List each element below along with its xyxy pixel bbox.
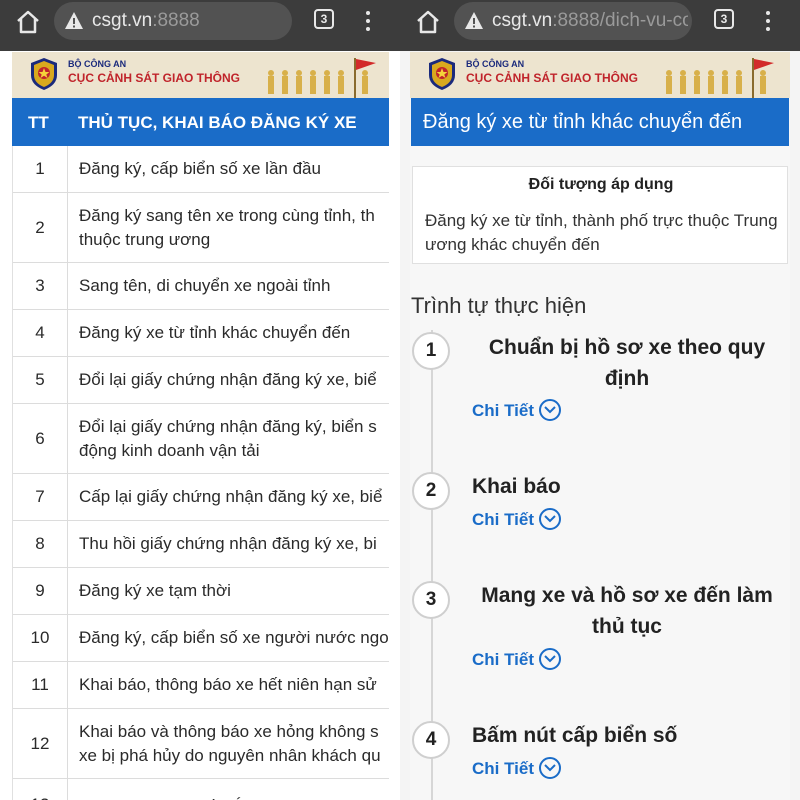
tab-switcher-icon[interactable]: 3 (314, 9, 334, 29)
row-number: 3 (13, 263, 68, 309)
warning-icon (65, 12, 83, 29)
procedure-link[interactable]: Đăng ký xe tạm thời (79, 568, 389, 614)
procedure-link[interactable]: Khai báo và thông báo xe hỏng không s xe… (79, 709, 389, 778)
procedure-link[interactable]: Đổi lại giấy chứng nhận đăng ký xe, biể (79, 357, 389, 403)
table-row[interactable]: 8 Thu hồi giấy chứng nhận đăng ký xe, bi (13, 521, 389, 568)
column-header-tt: TT (28, 113, 49, 132)
step-number-badge: 3 (412, 581, 450, 619)
step-detail-link[interactable]: Chi Tiết (472, 650, 534, 670)
table-row[interactable]: 6 Đổi lại giấy chứng nhận đăng ký, biển s… (13, 404, 389, 474)
table-row[interactable]: 3 Sang tên, di chuyển xe ngoài tỉnh (13, 263, 389, 310)
step-title: Khai báo (472, 475, 561, 498)
step-detail-link[interactable]: Chi Tiết (472, 759, 534, 779)
table-row[interactable]: 9 Đăng ký xe tạm thời (13, 568, 389, 615)
agency-name: CỤC CẢNH SÁT GIAO THÔNG (68, 71, 240, 85)
table-row[interactable]: 12 Khai báo và thông báo xe hỏng không s … (13, 709, 389, 779)
row-number: 5 (13, 357, 68, 403)
overflow-menu-icon[interactable] (760, 9, 776, 33)
step-number-badge: 4 (412, 721, 450, 759)
step-title: Chuẩn bị hồ sơ xe theo quy định (488, 336, 766, 390)
step-detail-link[interactable]: Chi Tiết (472, 401, 534, 421)
step-number-badge: 2 (412, 472, 450, 510)
procedures-table-header: TT THỦ TỤC, KHAI BÁO ĐĂNG KÝ XE (12, 98, 389, 146)
row-number: 6 (13, 404, 68, 473)
ministry-name: BỘ CÔNG AN (68, 59, 127, 69)
parade-graphic (666, 58, 774, 98)
address-bar[interactable]: csgt.vn:8888/dich-vu-co (454, 2, 692, 40)
row-number: 4 (13, 310, 68, 356)
table-row[interactable]: 1 Đăng ký, cấp biển số xe lần đầu (13, 146, 389, 193)
applicable-subjects-card: Đối tượng áp dụng Đăng ký xe từ tỉnh, th… (412, 166, 788, 264)
row-number: 10 (13, 615, 68, 661)
chevron-down-icon[interactable] (539, 648, 561, 670)
procedure-link[interactable]: Cấp lại giấy chứng nhận đăng ký xe, biể (79, 474, 389, 520)
browser-toolbar: csgt.vn:8888/dich-vu-co 3 (400, 0, 800, 51)
step-title: Bấm nút cấp biển số (472, 724, 678, 747)
procedure-link[interactable]: Đăng ký xe từ tỉnh khác chuyển đến (79, 310, 389, 356)
row-number: 12 (13, 709, 68, 778)
page-title: Đăng ký xe từ tỉnh khác chuyển đến (423, 111, 743, 133)
row-number: 11 (13, 662, 68, 708)
procedure-link[interactable]: Khai báo, thông báo xe hết niên hạn sử (79, 662, 389, 708)
overflow-menu-icon[interactable] (360, 9, 376, 33)
site-header[interactable]: BỘ CÔNG AN CỤC CẢNH SÁT GIAO THÔNG (12, 52, 389, 98)
site-header[interactable]: BỘ CÔNG AN CỤC CẢNH SÁT GIAO THÔNG (410, 52, 790, 98)
applicable-subjects-heading: Đối tượng áp dụng (528, 176, 674, 193)
left-screen: csgt.vn:8888 3 BỘ CÔNG AN CỤC CẢNH SÁT G… (0, 0, 400, 800)
table-row[interactable]: 13 Khai báo xe bị mất cắp cho cơ quan đă (13, 779, 389, 800)
browser-toolbar: csgt.vn:8888 3 (0, 0, 400, 51)
column-header-procedure: THỦ TỤC, KHAI BÁO ĐĂNG KÝ XE (78, 113, 357, 132)
row-number: 8 (13, 521, 68, 567)
table-row[interactable]: 4 Đăng ký xe từ tỉnh khác chuyển đến (13, 310, 389, 357)
table-row[interactable]: 7 Cấp lại giấy chứng nhận đăng ký xe, biể (13, 474, 389, 521)
chevron-down-icon[interactable] (539, 757, 561, 779)
row-number: 1 (13, 146, 68, 192)
table-row[interactable]: 11 Khai báo, thông báo xe hết niên hạn sử (13, 662, 389, 709)
row-number: 9 (13, 568, 68, 614)
chevron-down-icon[interactable] (539, 399, 561, 421)
row-number: 7 (13, 474, 68, 520)
step-number-badge: 1 (412, 332, 450, 370)
address-bar[interactable]: csgt.vn:8888 (54, 2, 292, 40)
procedure-link[interactable]: Khai báo xe bị mất cắp cho cơ quan đă (79, 779, 389, 800)
parade-graphic (268, 58, 376, 98)
table-row[interactable]: 5 Đổi lại giấy chứng nhận đăng ký xe, biể (13, 357, 389, 404)
row-number: 13 (13, 779, 68, 800)
applicable-subjects-text: Đăng ký xe từ tỉnh, thành phố trực thuộc… (425, 211, 778, 254)
procedure-title-bar: Đăng ký xe từ tỉnh khác chuyển đến (411, 98, 789, 146)
procedure-link[interactable]: Đăng ký, cấp biển số xe lần đầu (79, 146, 389, 192)
procedures-table: 1 Đăng ký, cấp biển số xe lần đầu 2 Đăng k… (12, 146, 389, 800)
step-detail-link[interactable]: Chi Tiết (472, 510, 534, 530)
warning-icon (465, 12, 483, 29)
police-emblem-icon (31, 58, 57, 90)
table-row[interactable]: 10 Đăng ký, cấp biển số xe người nước ngo (13, 615, 389, 662)
procedure-steps-heading: Trình tự thực hiện (411, 293, 587, 318)
home-icon[interactable] (14, 8, 42, 36)
url-text: csgt.vn:8888/dich-vu-co (492, 10, 688, 31)
procedure-link[interactable]: Đổi lại giấy chứng nhận đăng ký, biển s … (79, 404, 389, 473)
procedure-link[interactable]: Thu hồi giấy chứng nhận đăng ký xe, bi (79, 521, 389, 567)
police-emblem-icon (429, 58, 455, 90)
step-title: Mang xe và hồ sơ xe đến làm thủ tục (481, 584, 773, 638)
table-row[interactable]: 2 Đăng ký sang tên xe trong cùng tỉnh, th… (13, 193, 389, 263)
ministry-name: BỘ CÔNG AN (466, 59, 525, 69)
row-number: 2 (13, 193, 68, 262)
tab-switcher-icon[interactable]: 3 (714, 9, 734, 29)
procedure-link[interactable]: Sang tên, di chuyển xe ngoài tỉnh (79, 263, 389, 309)
url-text: csgt.vn:8888 (92, 10, 200, 31)
agency-name: CỤC CẢNH SÁT GIAO THÔNG (466, 71, 638, 85)
home-icon[interactable] (414, 8, 442, 36)
procedure-link[interactable]: Đăng ký sang tên xe trong cùng tỉnh, th … (79, 193, 389, 262)
chevron-down-icon[interactable] (539, 508, 561, 530)
procedure-link[interactable]: Đăng ký, cấp biển số xe người nước ngo (79, 615, 389, 661)
